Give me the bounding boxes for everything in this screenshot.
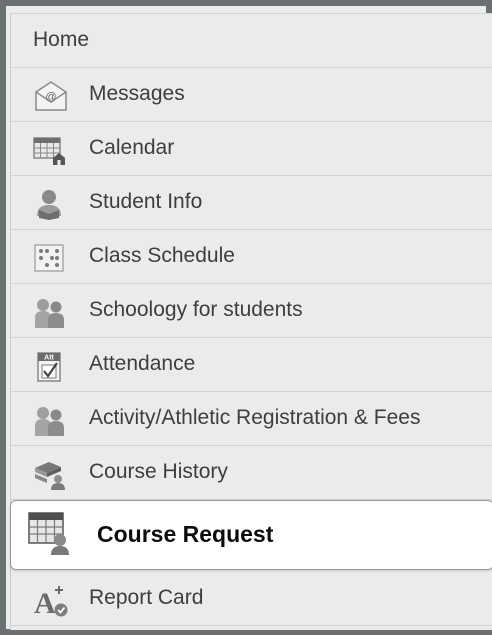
books-icon	[33, 458, 65, 490]
menu-item-label: Report Card	[89, 586, 204, 609]
menu-item-label: Course Request	[97, 521, 274, 547]
menu-item-label: Activity/Athletic Registration & Fees	[89, 406, 421, 429]
menu-item-label: Messages	[89, 82, 185, 105]
menu-item-class-schedule[interactable]: Class Schedule	[11, 230, 492, 284]
svg-text:A: A	[34, 587, 56, 618]
calendar-icon	[33, 134, 65, 166]
grade-icon: A	[33, 584, 68, 618]
navigation-menu: Home @ Messages Calendar Student Info Cl…	[10, 13, 492, 630]
menu-item-label: Schoology for students	[89, 298, 303, 321]
menu-item-label: Class Schedule	[89, 244, 235, 267]
schedule-icon	[33, 242, 65, 274]
menu-item-student-info[interactable]: Student Info	[11, 176, 492, 230]
people-icon	[33, 404, 65, 436]
menu-item-report-card[interactable]: A Report Card	[11, 572, 492, 626]
attendance-badge-text: Att	[44, 355, 54, 362]
menu-item-label: Course History	[89, 460, 228, 483]
menu-item-activity-registration[interactable]: Activity/Athletic Registration & Fees	[11, 392, 492, 446]
menu-item-label: Attendance	[89, 352, 196, 375]
course-request-icon	[27, 510, 71, 556]
menu-item-home[interactable]: Home	[11, 14, 492, 68]
menu-item-schoology[interactable]: Schoology for students	[11, 284, 492, 338]
attendance-icon: Att	[33, 350, 65, 382]
svg-text:@: @	[45, 91, 56, 103]
menu-item-attendance[interactable]: Att Attendance	[11, 338, 492, 392]
menu-item-label: Home	[33, 28, 90, 51]
people-icon	[33, 296, 65, 328]
student-icon	[33, 188, 65, 220]
menu-item-calendar[interactable]: Calendar	[11, 122, 492, 176]
menu-item-messages[interactable]: @ Messages	[11, 68, 492, 122]
menu-item-course-request[interactable]: Course Request	[10, 500, 492, 570]
envelope-icon: @	[33, 80, 67, 112]
menu-item-label: Calendar	[89, 136, 175, 159]
menu-item-label: Student Info	[89, 190, 203, 213]
menu-item-course-history[interactable]: Course History	[11, 446, 492, 500]
